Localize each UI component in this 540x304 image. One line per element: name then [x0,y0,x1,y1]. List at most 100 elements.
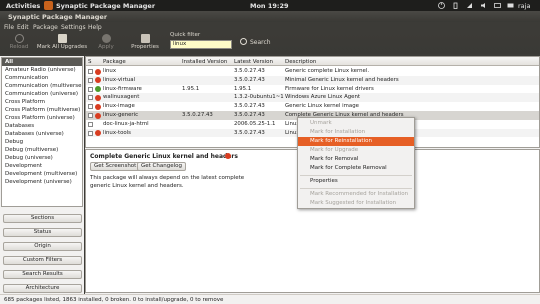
menu-help[interactable]: Help [88,24,102,31]
menu-item-unmark[interactable]: Unmark [298,119,414,128]
row-checkbox[interactable] [88,104,93,110]
menu-item-properties[interactable]: Properties [298,177,414,186]
menu-item-mark-removal[interactable]: Mark for Removal [298,155,414,164]
table-row[interactable]: linux-image 3.5.0.27.43 Generic Linux kern… [86,102,539,111]
category-item[interactable]: Communication [2,74,82,82]
top-panel: Activities Synaptic Package Manager Mon … [0,0,540,11]
menu-item-mark-complete-removal[interactable]: Mark for Complete Removal [298,164,414,173]
package-table-header: S Package Installed Version Latest Versi… [86,57,539,66]
messaging-icon[interactable] [507,2,514,9]
category-item[interactable]: Cross Platform (universe) [2,114,82,122]
search-label: Search [250,39,271,46]
menu-file[interactable]: File [4,24,14,31]
menu-item-mark-reinstall[interactable]: Mark for Reinstallation [298,137,414,146]
apply-icon [101,34,111,43]
category-item[interactable]: Databases (universe) [2,130,82,138]
user-menu[interactable]: raja [518,2,530,10]
volume-icon[interactable] [480,2,487,9]
category-item[interactable]: Debug (multiverse) [2,146,82,154]
cell-latest: 3.5.0.27.43 [234,68,265,74]
cell-latest: 3.5.0.27.43 [234,103,265,110]
menu-item-mark-recommended[interactable]: Mark Recommended for Installation [298,190,414,199]
upgrade-icon [57,34,67,43]
category-item[interactable]: Cross Platform [2,98,82,106]
package-status-icon [225,153,231,159]
category-item[interactable]: Cross Platform (multiverse) [2,106,82,114]
category-item[interactable]: Development (multiverse) [2,170,82,178]
cell-package: linux-tools [103,129,131,136]
synaptic-app-icon [44,1,53,10]
package-status-icon [95,86,101,93]
table-row[interactable]: walinuxagent 1.3.2-0ubuntu1~12 Windows Azu… [86,93,539,103]
mark-all-upgrades-button[interactable]: Mark All Upgrades [36,34,88,50]
properties-label: Properties [131,44,159,50]
app-menu[interactable]: Synaptic Package Manager [56,2,155,10]
activities-button[interactable]: Activities [6,2,40,10]
row-checkbox[interactable] [88,95,93,101]
category-item[interactable]: Development (universe) [2,178,82,186]
search-button[interactable]: Search [240,38,271,46]
col-header-latest[interactable]: Latest Version [234,59,273,65]
table-row[interactable]: linux 3.5.0.27.43 Generic complete Linux k… [86,67,539,76]
window-title: Synaptic Package Manager [8,13,108,21]
menu-item-mark-install[interactable]: Mark for Installation [298,128,414,137]
properties-button[interactable]: Properties [128,34,162,50]
col-header-description[interactable]: Description [285,59,316,65]
network-icon[interactable] [466,2,473,9]
menu-edit[interactable]: Edit [17,24,29,31]
status-text: 685 packages listed, 1863 installed, 0 b… [4,297,224,303]
battery-icon[interactable] [452,2,459,9]
category-item[interactable]: Debug (universe) [2,154,82,162]
category-item[interactable]: Amateur Radio (universe) [2,66,82,74]
accessibility-icon[interactable] [438,2,445,9]
menu-item-mark-suggested[interactable]: Mark Suggested for Installation [298,199,414,208]
col-header-package[interactable]: Package [103,59,126,65]
category-item[interactable]: Development [2,162,82,170]
cell-description: Windows Azure Linux Agent [285,94,361,101]
architecture-button[interactable]: Architecture [3,284,82,293]
col-header-s[interactable]: S [88,59,92,65]
row-checkbox[interactable] [88,77,93,83]
search-results-button[interactable]: Search Results [3,270,82,279]
cell-package: doc-linux-ja-html [103,120,149,127]
cell-package: linux-generic [103,112,139,118]
category-item[interactable]: Communication (multiverse) [2,82,82,90]
category-item[interactable]: Databases [2,122,82,130]
apply-button[interactable]: Apply [94,34,118,50]
toolbar: Reload Mark All Upgrades Apply Propertie… [0,32,540,54]
reload-button[interactable]: Reload [7,34,31,50]
row-checkbox[interactable] [88,121,93,127]
cell-latest: 1.3.2-0ubuntu1~12 [234,94,284,101]
status-bar: 685 packages listed, 1863 installed, 0 b… [0,294,540,304]
menu-separator [300,175,412,176]
table-row[interactable]: linux-virtual 3.5.0.27.43 Minimal Generic … [86,75,539,85]
row-checkbox[interactable] [88,86,93,92]
category-list[interactable]: All Amateur Radio (universe) Communicati… [1,57,83,207]
quick-filter-input[interactable]: linux [170,40,232,49]
sections-button[interactable]: Sections [3,214,82,223]
row-checkbox[interactable] [88,113,93,118]
status-button[interactable]: Status [3,228,82,237]
cell-description: Minimal Generic Linux kernel and headers [285,76,399,83]
custom-filters-button[interactable]: Custom Filters [3,256,82,265]
table-row[interactable]: linux-firmware 1.95.1 1.95.1 Firmware for L… [86,85,539,94]
description-text: This package will always depend on the l… [90,175,245,189]
keyboard-icon[interactable] [494,2,501,9]
package-status-icon [95,68,101,75]
menu-item-mark-upgrade[interactable]: Mark for Upgrade [298,146,414,155]
clock[interactable]: Mon 19:29 [250,2,289,10]
menu-package[interactable]: Package [33,24,58,31]
cell-package: linux-firmware [103,85,142,92]
col-header-installed[interactable]: Installed Version [182,59,227,65]
menu-settings[interactable]: Settings [61,24,86,31]
get-screenshot-button[interactable]: Get Screenshot [90,162,141,171]
cell-package: linux [103,68,117,74]
origin-button[interactable]: Origin [3,242,82,251]
window-titlebar[interactable]: Synaptic Package Manager [0,11,540,22]
category-item[interactable]: Communication (universe) [2,90,82,98]
get-changelog-button[interactable]: Get Changelog [137,162,186,171]
category-item[interactable]: All [2,58,82,66]
category-item[interactable]: Debug [2,138,82,146]
row-checkbox[interactable] [88,130,93,136]
row-checkbox[interactable] [88,69,93,74]
